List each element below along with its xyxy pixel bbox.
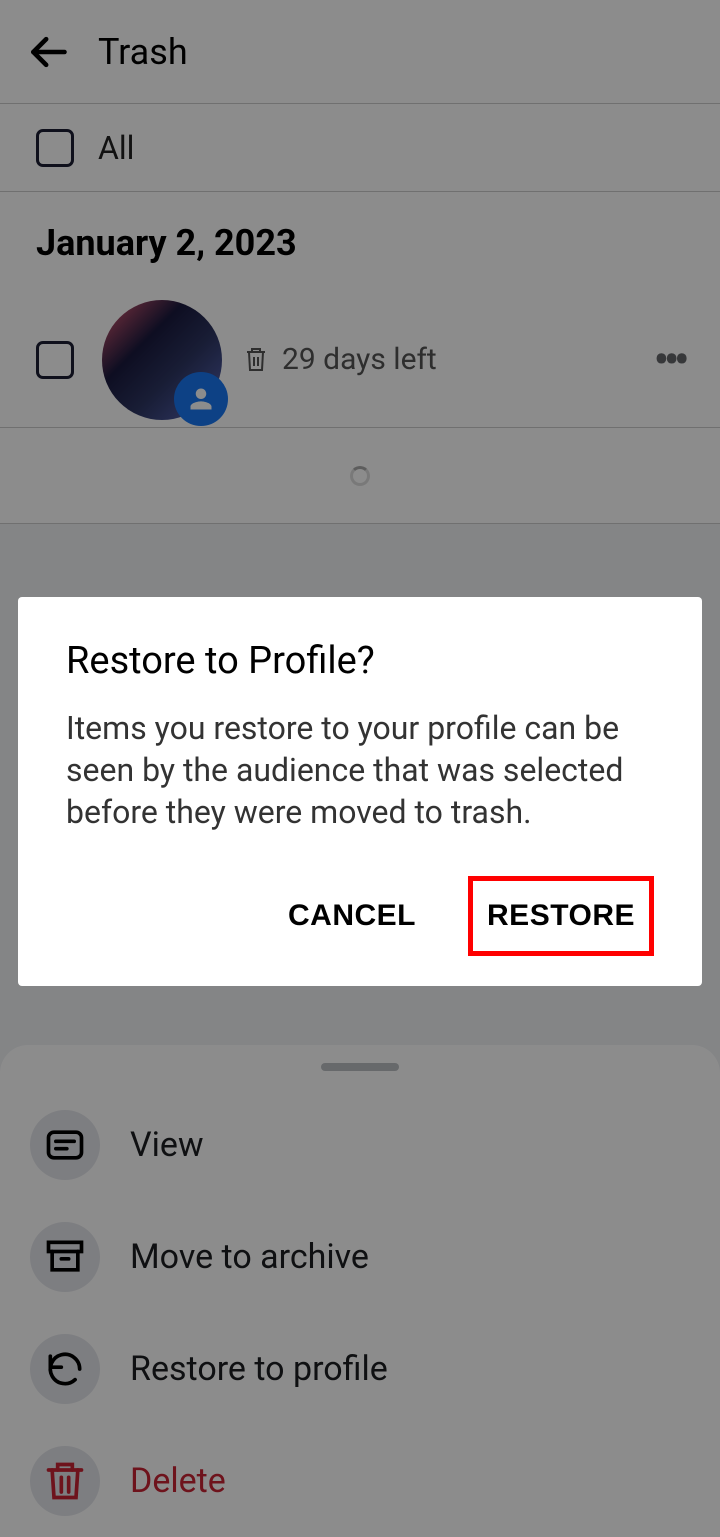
restore-confirm-dialog: Restore to Profile? Items you restore to… <box>18 597 702 986</box>
dialog-body: Items you restore to your profile can be… <box>66 707 654 834</box>
cancel-button[interactable]: CANCEL <box>270 881 434 951</box>
dialog-title: Restore to Profile? <box>66 639 654 683</box>
restore-button[interactable]: RESTORE <box>468 876 654 956</box>
dialog-actions: CANCEL RESTORE <box>66 876 654 956</box>
